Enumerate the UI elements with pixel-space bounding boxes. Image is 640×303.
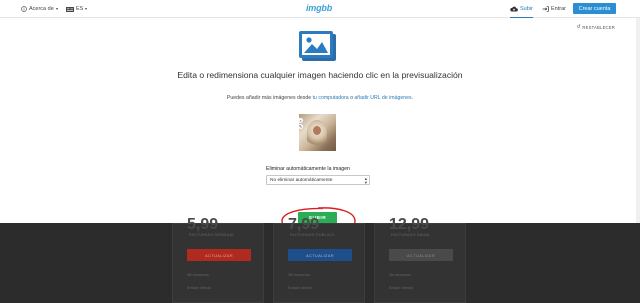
upgrade-button[interactable]: ACTUALIZAR: [389, 249, 453, 261]
select-arrows-icon: ▴ ▾: [364, 176, 367, 185]
thumbnail-controls: × ✎: [298, 118, 303, 129]
auto-delete-label: Eliminar automáticamente la imagen: [266, 166, 350, 172]
feature-line: Enlace directo: [187, 286, 212, 290]
auto-delete-select[interactable]: No eliminar automáticamente ▴ ▾: [266, 175, 370, 185]
top-navbar: Acerca de ES imgbb Subir Entrar Crear cu…: [0, 0, 640, 18]
about-label: Acerca de: [29, 6, 54, 12]
undo-icon: ↺: [576, 24, 581, 30]
chevron-down-icon: [55, 8, 58, 10]
pricing-card: 5,99 FACTURADO MENSUAL ACTUALIZAR Sin an…: [172, 216, 264, 303]
billing-period: FACTURADO MENSUAL: [189, 233, 235, 237]
pricing-section: 5,99 FACTURADO MENSUAL ACTUALIZAR Sin an…: [0, 216, 640, 303]
billing-period: FACTURADO ANUAL: [391, 233, 431, 237]
price: 5,99: [187, 216, 219, 233]
remove-image-icon[interactable]: ×: [298, 118, 303, 123]
add-more-text: Puedes añadir más imágenes desde tu comp…: [120, 95, 520, 101]
feature-line: Enlace directo: [288, 286, 313, 290]
edit-image-icon[interactable]: ✎: [298, 124, 303, 129]
upload-nav-label: Subir: [520, 6, 533, 12]
image-preview-thumbnail[interactable]: [299, 114, 336, 151]
pricing-card: 12,99 FACTURADO ANUAL ACTUALIZAR Sin anu…: [374, 216, 466, 303]
login-button[interactable]: Entrar: [542, 0, 566, 18]
login-label: Entrar: [551, 6, 566, 12]
feature-line: Sin anuncios: [389, 273, 411, 277]
about-menu[interactable]: Acerca de: [21, 0, 58, 18]
price: 12,99: [389, 216, 430, 233]
language-icon: [66, 6, 74, 12]
signup-button[interactable]: Crear cuenta: [573, 3, 616, 14]
price: 7,99: [288, 216, 320, 233]
upload-nav-button[interactable]: Subir: [510, 0, 533, 18]
feature-line: Enlace directo: [389, 286, 414, 290]
pricing-card: 7,99 FACTURADO PUBLICO ACTUALIZAR Sin an…: [273, 216, 365, 303]
language-menu[interactable]: ES: [66, 0, 88, 18]
panel-title: Edita o redimensiona cualquier imagen ha…: [177, 70, 463, 80]
imgbb-logo[interactable]: imgbb: [306, 3, 332, 13]
upgrade-button[interactable]: ACTUALIZAR: [288, 249, 352, 261]
reset-label: RESTABLECER: [582, 24, 615, 30]
image-upload-icon: [299, 31, 336, 61]
auto-delete-value: No eliminar automáticamente: [270, 177, 333, 183]
add-url-link[interactable]: añadir URL de imágenes: [354, 95, 411, 101]
scrollbar[interactable]: [636, 18, 640, 223]
chevron-down-icon: [85, 8, 88, 10]
upgrade-button[interactable]: ACTUALIZAR: [187, 249, 251, 261]
feature-line: Sin anuncios: [187, 273, 209, 277]
add-more-prefix: Puedes añadir más imágenes desde: [226, 95, 313, 101]
sign-in-icon: [542, 6, 549, 12]
feature-line: Sin anuncios: [288, 273, 310, 277]
from-computer-link[interactable]: tu computadora: [313, 95, 349, 101]
thumbnail-face: [313, 126, 321, 135]
cloud-upload-icon: [510, 6, 518, 12]
billing-period: FACTURADO PUBLICO: [290, 233, 335, 237]
info-circle-icon: [21, 6, 27, 12]
reset-button[interactable]: ↺ RESTABLECER: [577, 24, 616, 30]
language-label: ES: [76, 6, 84, 12]
upload-panel: ↺ RESTABLECER Edita o redimensiona cualq…: [0, 18, 640, 235]
add-more-suffix: .: [411, 95, 414, 101]
